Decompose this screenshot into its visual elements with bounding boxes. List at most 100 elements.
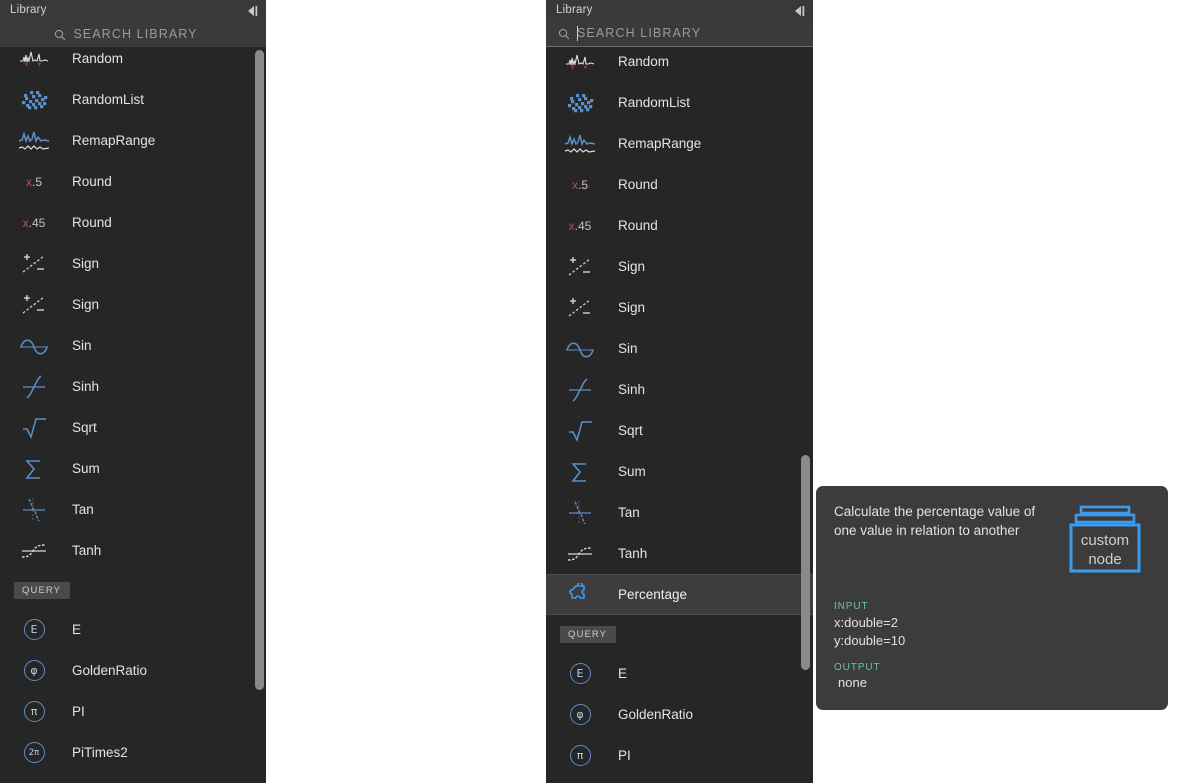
list-item[interactable]: x.45 Round — [546, 205, 813, 246]
tooltip-output-label: OUTPUT — [834, 662, 881, 673]
list-item-label: Round — [618, 177, 658, 192]
vertical-scrollbar-left[interactable] — [255, 50, 264, 690]
list-item[interactable]: Tanh — [0, 530, 266, 571]
sum-sigma-icon — [560, 457, 600, 487]
list-item[interactable]: φ GoldenRatio — [546, 694, 813, 735]
search-input-right[interactable]: SEARCH LIBRARY — [577, 26, 701, 40]
list-item[interactable]: Sin — [0, 325, 266, 366]
constant-golden-ratio-icon: φ — [560, 700, 600, 730]
section-header-query: QUERY — [0, 571, 266, 609]
custom-node-icon-line2: node — [1088, 551, 1121, 568]
list-item[interactable]: x.5 Round — [546, 164, 813, 205]
tooltip-input-label: INPUT — [834, 601, 869, 612]
list-item[interactable]: Tan — [0, 489, 266, 530]
tanh-curve-icon — [14, 536, 54, 566]
list-scroll-content: Random RandomList RemapRange x.5 Round x.45… — [546, 47, 813, 776]
panel-title-left: Library — [10, 4, 47, 16]
round-half-icon: x.5 — [571, 177, 588, 192]
tooltip-input-line: y:double=10 — [834, 633, 906, 648]
list-item[interactable]: x.45 Round — [0, 202, 266, 243]
list-item-label: E — [72, 622, 82, 637]
panel-title-bar-left: Library — [0, 0, 266, 20]
list-item[interactable]: Sqrt — [0, 407, 266, 448]
library-list-left[interactable]: Random RandomList RemapRange x.5 Round x.45… — [0, 47, 266, 783]
list-item-label: Sin — [618, 341, 638, 356]
tooltip-description: Calculate the percentage value of one va… — [834, 504, 1036, 538]
list-item[interactable]: 2π PiTimes2 — [0, 732, 266, 773]
list-item[interactable]: RemapRange — [0, 120, 266, 161]
vertical-scrollbar-right[interactable] — [801, 455, 810, 670]
list-item[interactable]: Sign — [546, 287, 813, 328]
list-item[interactable]: Tanh — [546, 533, 813, 574]
tooltip-input-label-wrap: INPUT x:double=2 y:double=10 — [834, 601, 1150, 650]
list-item[interactable]: RandomList — [546, 82, 813, 123]
list-item[interactable]: RandomList — [0, 79, 266, 120]
list-item[interactable]: Sign — [0, 243, 266, 284]
list-item[interactable]: π PI — [546, 735, 813, 776]
list-item[interactable]: RemapRange — [546, 123, 813, 164]
list-item-label: Sum — [72, 461, 100, 476]
list-item[interactable]: EE — [0, 609, 266, 650]
section-header-label: QUERY — [14, 581, 71, 599]
list-item-label: RemapRange — [72, 133, 156, 148]
list-item[interactable]: Sinh — [0, 366, 266, 407]
collapse-panel-icon[interactable] — [246, 4, 260, 16]
list-item[interactable]: EE — [546, 653, 813, 694]
search-input-left[interactable]: SEARCH LIBRARY — [73, 27, 197, 41]
search-bar-left[interactable]: SEARCH LIBRARY — [0, 20, 266, 47]
list-item-label: Sin — [72, 338, 92, 353]
library-panel-right: Library SEARCH LIBRARY Random RandomList… — [546, 0, 813, 783]
library-list-right[interactable]: Random RandomList RemapRange x.5 Round x.45… — [546, 47, 813, 783]
constant-pi-icon: π — [14, 697, 54, 727]
list-item-label: Tan — [618, 505, 640, 520]
random-list-icon — [14, 85, 54, 115]
list-item-label: Tan — [72, 502, 94, 517]
list-item[interactable]: Sqrt — [546, 410, 813, 451]
list-item[interactable]: Sinh — [546, 369, 813, 410]
list-item-label: Tanh — [72, 543, 102, 558]
list-item-label: Round — [618, 218, 658, 233]
constant-pi-times-2-icon: 2π — [14, 738, 54, 768]
random-waveform-icon — [14, 47, 54, 74]
sum-sigma-icon — [14, 454, 54, 484]
collapse-panel-icon[interactable] — [793, 4, 807, 16]
sqrt-radical-icon — [560, 416, 600, 446]
random-list-icon — [560, 88, 600, 118]
search-bar-right[interactable]: SEARCH LIBRARY — [546, 20, 813, 47]
list-item-label: Sinh — [72, 379, 100, 394]
list-item[interactable]: Sign — [546, 246, 813, 287]
custom-node-icon: custom node — [1067, 504, 1145, 581]
list-item[interactable]: Sign — [0, 284, 266, 325]
list-item-label: Percentage — [618, 587, 688, 602]
sin-curve-icon — [14, 331, 54, 361]
list-item[interactable]: Sum — [546, 451, 813, 492]
list-item[interactable]: π PI — [0, 691, 266, 732]
tan-curve-icon — [14, 495, 54, 525]
list-item[interactable]: Random — [546, 47, 813, 82]
list-item-label: RandomList — [618, 95, 691, 110]
search-icon — [558, 27, 570, 40]
list-item-selected[interactable]: Percentage — [546, 574, 813, 615]
sqrt-radical-icon — [14, 413, 54, 443]
node-tooltip: Calculate the percentage value of one va… — [816, 486, 1168, 710]
list-item-label: Sign — [618, 259, 646, 274]
list-item[interactable]: Sum — [0, 448, 266, 489]
tooltip-input-line: x:double=2 — [834, 615, 898, 630]
screen-root: Library SEARCH LIBRARY Random RandomList… — [0, 0, 1200, 783]
list-item-label: PI — [72, 704, 85, 719]
list-item[interactable]: Random — [0, 47, 266, 79]
round-half-icon: x.5 — [25, 174, 42, 189]
library-panel-left: Library SEARCH LIBRARY Random RandomList… — [0, 0, 266, 783]
list-item-label: Sign — [618, 300, 646, 315]
tooltip-output-label-wrap: OUTPUT none — [834, 662, 1150, 690]
list-item[interactable]: Tan — [546, 492, 813, 533]
list-item[interactable]: x.5 Round — [0, 161, 266, 202]
list-item[interactable]: Sin — [546, 328, 813, 369]
constant-golden-ratio-icon: φ — [14, 656, 54, 686]
list-item-label: Tanh — [618, 546, 648, 561]
list-item-label: GoldenRatio — [618, 707, 694, 722]
list-item-label: Sqrt — [72, 420, 97, 435]
remap-range-icon — [560, 129, 600, 159]
list-item[interactable]: φ GoldenRatio — [0, 650, 266, 691]
list-item-label: Sinh — [618, 382, 646, 397]
